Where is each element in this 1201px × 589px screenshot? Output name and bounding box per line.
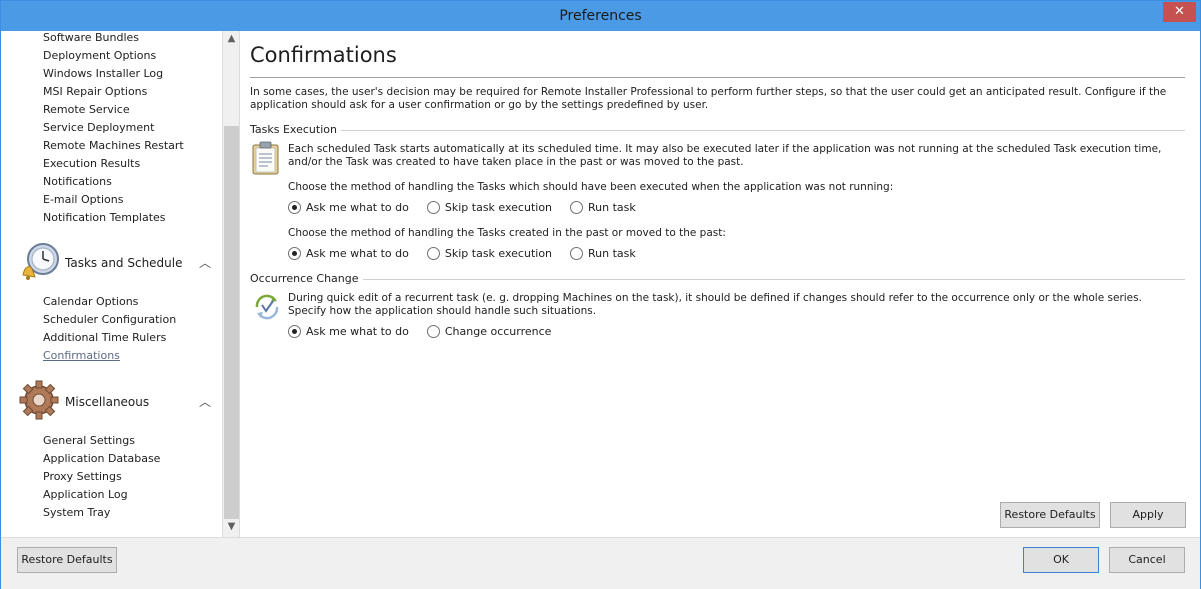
nav-item-proxy-settings[interactable]: Proxy Settings (43, 470, 122, 483)
radio-indicator[interactable] (288, 200, 301, 214)
nav-item-scheduler-configuration[interactable]: Scheduler Configuration (43, 313, 176, 326)
question-past-label: Choose the method of handling the Tasks … (288, 227, 726, 239)
nav-item-remote-machines-restart[interactable]: Remote Machines Restart (43, 139, 184, 152)
nav-group-tasks-and-schedule[interactable]: Tasks and Schedule ︿ (19, 241, 219, 285)
nav-item-windows-installer-log[interactable]: Windows Installer Log (43, 67, 163, 80)
window-title: Preferences (559, 8, 642, 24)
gear-icon (19, 380, 59, 420)
radio-change-occurrence[interactable]: Change occurrence (426, 324, 552, 338)
radio-label: Ask me what to do (306, 200, 409, 214)
radio-ask-me-not-running[interactable]: Ask me what to do (288, 200, 409, 214)
nav-group-label: Tasks and Schedule (65, 256, 183, 270)
past-radio-group: Ask me what to do Skip task execution Ru… (288, 245, 654, 261)
radio-label: Skip task execution (444, 200, 553, 214)
cancel-button[interactable]: Cancel (1109, 547, 1185, 573)
nav-item-email-options[interactable]: E-mail Options (43, 193, 123, 206)
radio-skip-task-not-running[interactable]: Skip task execution (426, 200, 553, 214)
confirmations-panel: Confirmations In some cases, the user's … (239, 31, 1197, 537)
occurrence-radio-group: Ask me what to do Change occurrence (288, 323, 569, 339)
radio-label: Ask me what to do (306, 324, 409, 338)
scroll-up-arrow-icon[interactable]: ▲ (223, 33, 240, 47)
nav-item-notifications[interactable]: Notifications (43, 175, 112, 188)
dialog-footer: Restore Defaults OK Cancel (1, 537, 1200, 589)
nav-scrollbar[interactable]: ▲ ▼ (222, 31, 239, 537)
radio-indicator[interactable] (426, 200, 440, 214)
question-not-running-label: Choose the method of handling the Tasks … (288, 181, 894, 193)
radio-indicator[interactable] (570, 200, 584, 214)
nav-item-additional-time-rulers[interactable]: Additional Time Rulers (43, 331, 166, 344)
title-divider (250, 77, 1185, 78)
preferences-window: Preferences ✕ Software Bundles Deploymen… (0, 0, 1201, 589)
nav-item-software-bundles[interactable]: Software Bundles (43, 31, 139, 44)
radio-indicator[interactable] (426, 324, 440, 338)
radio-indicator[interactable] (426, 246, 440, 260)
radio-skip-task-past[interactable]: Skip task execution (426, 246, 553, 260)
tasks-execution-header: Tasks Execution (250, 123, 1185, 137)
apply-button[interactable]: Apply (1110, 502, 1186, 528)
nav-item-general-settings[interactable]: General Settings (43, 434, 135, 447)
clock-bell-icon (22, 243, 59, 280)
nav-item-application-log[interactable]: Application Log (43, 488, 128, 501)
close-button[interactable]: ✕ (1163, 2, 1196, 22)
nav-item-application-database[interactable]: Application Database (43, 452, 160, 465)
scrollbar-thumb[interactable] (224, 126, 239, 519)
nav-item-notification-templates[interactable]: Notification Templates (43, 211, 166, 224)
nav-item-remote-service[interactable]: Remote Service (43, 103, 130, 116)
radio-label: Skip task execution (444, 246, 553, 260)
radio-label: Change occurrence (444, 324, 552, 338)
radio-ask-me-past[interactable]: Ask me what to do (288, 246, 409, 260)
occurrence-change-header-label: Occurrence Change (250, 272, 363, 285)
nav-item-execution-results[interactable]: Execution Results (43, 157, 140, 170)
chevron-up-icon[interactable]: ︿ (199, 254, 211, 271)
intro-text: In some cases, the user's decision may b… (250, 86, 1167, 111)
radio-ask-me-occurrence[interactable]: Ask me what to do (288, 324, 409, 338)
radio-label: Run task (588, 200, 636, 214)
radio-indicator[interactable] (570, 246, 584, 260)
recurrence-icon (255, 294, 279, 320)
nav-item-confirmations[interactable]: Confirmations (43, 349, 120, 362)
ok-button[interactable]: OK (1023, 547, 1099, 573)
chevron-up-icon[interactable]: ︿ (199, 393, 211, 410)
restore-defaults-button[interactable]: Restore Defaults (17, 547, 117, 573)
nav-item-msi-repair-options[interactable]: MSI Repair Options (43, 85, 147, 98)
nav-item-service-deployment[interactable]: Service Deployment (43, 121, 154, 134)
radio-run-task-not-running[interactable]: Run task (570, 200, 636, 214)
tasks-execution-header-label: Tasks Execution (250, 123, 341, 136)
radio-label: Run task (588, 246, 636, 260)
not-running-radio-group: Ask me what to do Skip task execution Ru… (288, 199, 654, 215)
radio-label: Ask me what to do (306, 246, 409, 260)
nav-group-label: Miscellaneous (65, 395, 150, 409)
nav-item-system-tray[interactable]: System Tray (43, 506, 110, 519)
panel-restore-defaults-button[interactable]: Restore Defaults (1000, 502, 1100, 528)
nav-item-calendar-options[interactable]: Calendar Options (43, 295, 138, 308)
radio-run-task-past[interactable]: Run task (570, 246, 636, 260)
occurrence-change-description: During quick edit of a recurrent task (e… (288, 292, 1142, 317)
title-bar: Preferences ✕ (1, 1, 1200, 31)
clipboard-icon (252, 141, 279, 175)
scroll-down-arrow-icon[interactable]: ▼ (223, 521, 240, 535)
occurrence-change-header: Occurrence Change (250, 272, 1185, 286)
nav-item-deployment-options[interactable]: Deployment Options (43, 49, 156, 62)
nav-group-miscellaneous[interactable]: Miscellaneous ︿ (19, 380, 219, 424)
radio-indicator[interactable] (288, 324, 301, 338)
page-title: Confirmations (250, 43, 397, 67)
preferences-nav: Software Bundles Deployment Options Wind… (7, 31, 221, 537)
tasks-execution-description: Each scheduled Task starts automatically… (288, 143, 1162, 168)
radio-indicator[interactable] (288, 246, 301, 260)
